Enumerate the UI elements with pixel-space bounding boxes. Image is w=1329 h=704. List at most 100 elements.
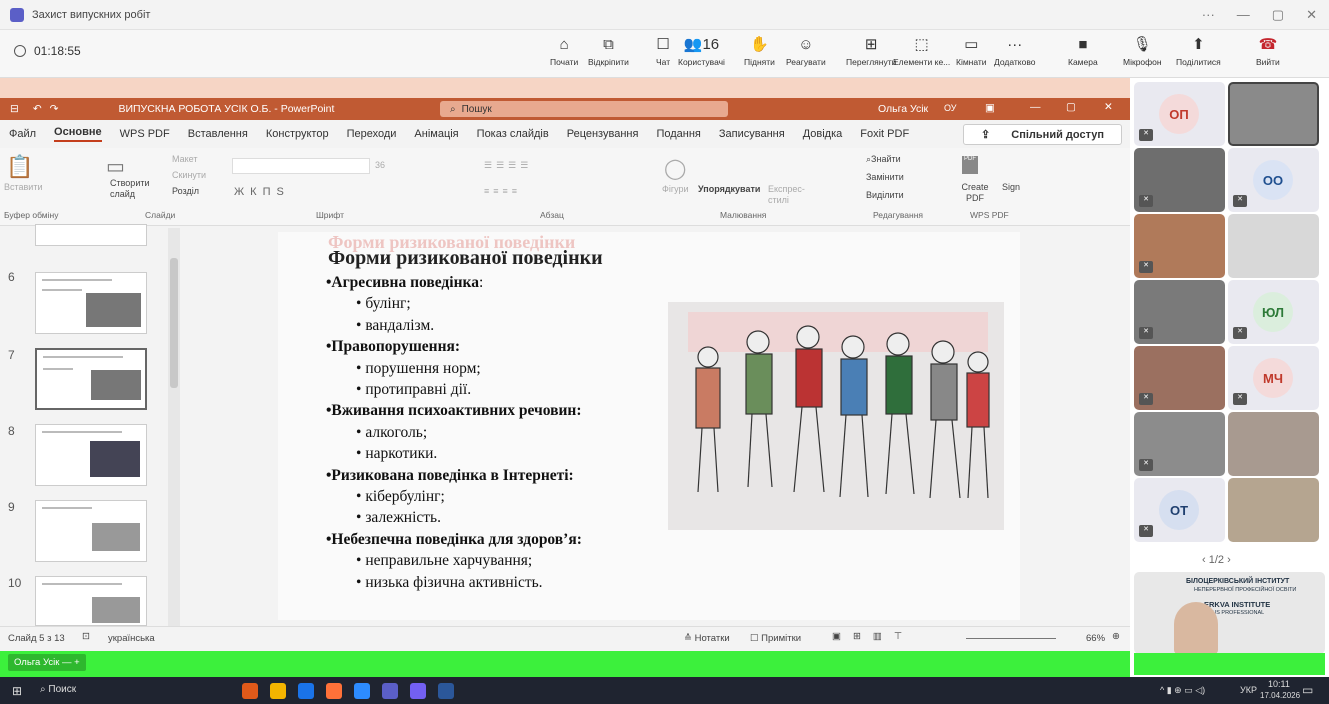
slide-thumbnail[interactable] [35,224,147,246]
participant-video-tile[interactable] [1228,412,1319,476]
participant-video-tile[interactable] [1228,82,1319,146]
share-screen-button[interactable]: ⬆ Поділитися [1176,35,1221,67]
slide-thumbnail[interactable] [35,424,147,486]
thumbnail-scrollbar[interactable] [168,228,180,626]
clock-time[interactable]: 10:11 [1268,679,1290,689]
participant-video-tile[interactable]: ✕ [1134,280,1225,344]
ppt-user-name[interactable]: Ольга Усік [878,103,928,115]
share-button[interactable]: ⇪ Спільний доступ [963,124,1122,145]
presenter-video-tile[interactable]: БІЛОЦЕРКІВСЬКИЙ ІНСТИТУТ НЕПЕРЕРВНОЇ ПРО… [1134,572,1325,654]
select-button[interactable]: Виділити [866,190,904,200]
paragraph-list-icons[interactable]: ☰☰☰☰ [484,160,532,171]
tray-icons[interactable]: ^ ▮ ⊕ ▭ ◁) [1160,685,1205,696]
undo-icon[interactable]: ↶ [33,103,42,115]
taskbar-search[interactable]: ⌕ Поиск [40,684,76,695]
notifications-icon[interactable]: ▭ [1302,683,1313,697]
ppt-search-input[interactable]: ⌕ Пошук [440,101,728,117]
paragraph-align-icons[interactable]: ≡≡≡≡ [484,186,521,196]
view-buttons[interactable]: ▣⊞▥⊤ [832,631,914,642]
camera-button[interactable]: ■ Камера [1068,35,1098,67]
replace-button[interactable]: Замінити [866,172,904,182]
paste-button[interactable]: Вставити [4,182,43,192]
restore-icon[interactable]: ▢ [1272,7,1284,23]
language-status[interactable]: українська [108,633,155,644]
gallery-pager[interactable]: ‹ 1/2 › [1202,554,1231,566]
viber-icon[interactable] [410,683,426,699]
shapes-button[interactable]: Фігури [662,184,689,194]
section-button[interactable]: Розділ [172,186,199,196]
layout-button[interactable]: Макет [172,154,197,164]
chat-button[interactable]: ☐ Чат [656,35,670,67]
shapes-icon[interactable]: ◯ [664,156,686,181]
explorer-icon[interactable] [270,683,286,699]
redo-icon[interactable]: ↷ [50,103,59,115]
paste-icon[interactable]: 📋 [6,154,33,180]
edge-icon[interactable] [298,683,314,699]
participant-tile[interactable]: ОО ✕ [1228,148,1319,212]
participant-tile[interactable]: МЧ ✕ [1228,346,1319,410]
slide-thumbnail[interactable] [35,576,147,626]
new-slide-icon[interactable]: ▭ [106,154,125,179]
more-button[interactable]: ··· Додатково [994,35,1035,67]
zoom-slider[interactable] [966,638,1056,639]
zoom-level[interactable]: 66% [1086,633,1105,644]
participant-tile[interactable]: ОП ✕ [1134,82,1225,146]
arrange-button[interactable]: Упорядкувати [698,184,760,194]
new-slide-button[interactable]: Створити слайд [110,178,160,200]
tab-wps-pdf[interactable]: WPS PDF [120,128,170,140]
participant-tile[interactable]: ЮЛ ✕ [1228,280,1319,344]
slide-thumbnail[interactable] [35,272,147,334]
reset-button[interactable]: Скинути [172,170,206,180]
quick-styles-button[interactable]: Експрес-стилі [768,184,818,206]
firefox-icon[interactable] [326,683,342,699]
tab-record[interactable]: Записування [719,128,785,140]
rooms-button[interactable]: ▭ Кімнати [956,35,987,67]
tab-transitions[interactable]: Переходи [347,128,397,140]
word-icon[interactable] [438,683,454,699]
notes-button[interactable]: ≙ Нотатки [684,633,730,644]
tab-home[interactable]: Основне [54,126,102,142]
language-indicator[interactable]: УКР [1240,685,1257,695]
participant-video-tile[interactable]: ✕ [1134,346,1225,410]
ppt-close-icon[interactable]: ✕ [1104,101,1113,113]
tab-animations[interactable]: Анімація [414,128,458,140]
participant-video-tile[interactable]: ✕ [1134,214,1225,278]
tab-design[interactable]: Конструктор [266,128,329,140]
apps-button[interactable]: ⬚ Елементи ке... [893,35,950,67]
close-icon[interactable]: ✕ [1306,7,1317,23]
create-pdf-button[interactable]: Create PDF [958,182,992,204]
leave-button[interactable]: ☎ Вийти [1256,35,1280,67]
zoom-icon[interactable] [354,683,370,699]
teams-icon[interactable] [382,683,398,699]
start-icon[interactable]: ⊞ [12,684,22,698]
find-button[interactable]: ⌕Знайти [866,154,901,165]
slide-thumbnail-selected[interactable] [35,348,147,410]
participant-video-tile[interactable] [1228,478,1319,542]
more-icon[interactable]: ··· [1202,7,1215,23]
mic-button[interactable]: 🎙 Мікрофон [1123,35,1162,67]
clock-date[interactable]: 17.04.2026 [1260,691,1300,700]
font-size-select[interactable]: 36 [375,160,385,170]
tab-insert[interactable]: Вставлення [188,128,248,140]
participant-video-tile[interactable]: ✕ [1134,148,1225,212]
minimize-icon[interactable]: — [1237,7,1250,23]
slide-thumbnail[interactable] [35,500,147,562]
slide-canvas[interactable]: Форми ризикованої поведінки Форми ризико… [278,232,1020,620]
user-initials[interactable]: ОУ [944,103,957,113]
ppt-minimize-icon[interactable]: — [1030,101,1041,113]
sign-button[interactable]: Sign [1002,182,1020,192]
tab-file[interactable]: Файл [9,128,36,140]
tab-review[interactable]: Рецензування [567,128,639,140]
comments-button[interactable]: ☐ Примітки [750,633,801,644]
participant-video-tile[interactable] [1228,214,1319,278]
font-format-buttons[interactable]: ЖКПS [234,186,290,198]
tab-help[interactable]: Довідка [803,128,843,140]
participant-video-tile[interactable]: ✕ [1134,412,1225,476]
tab-view[interactable]: Подання [656,128,700,140]
unpin-button[interactable]: ⧉ Відкріпити [588,35,629,67]
presenter-name[interactable]: Ольга Усік — + [8,654,86,671]
save-icon[interactable]: ⊟ [10,103,19,115]
chrome-icon[interactable] [242,683,258,699]
fit-slide-icon[interactable]: ⊕ [1112,631,1120,642]
participant-tile[interactable]: ОТ ✕ [1134,478,1225,542]
